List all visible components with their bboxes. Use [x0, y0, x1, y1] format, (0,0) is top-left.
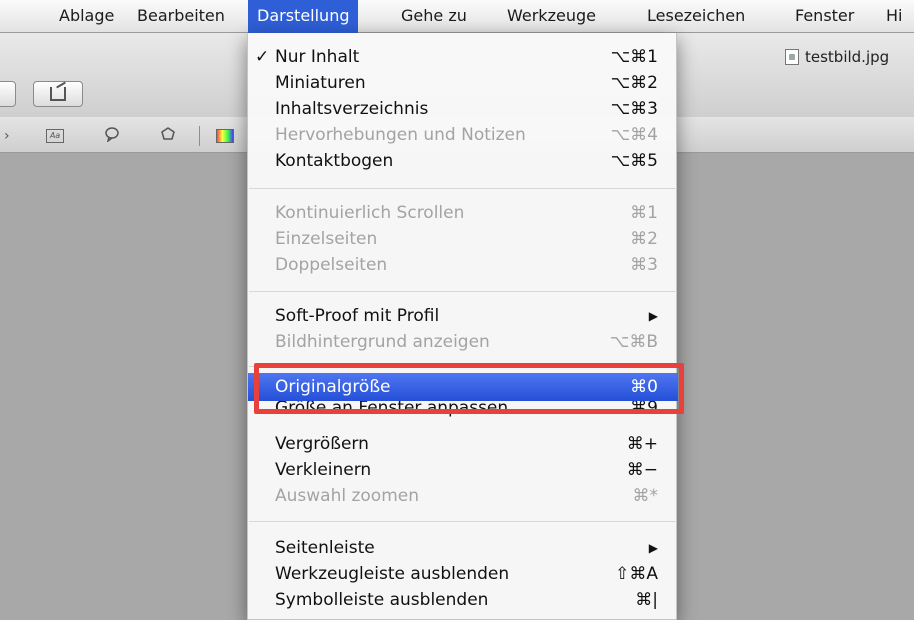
menu-item-nur-inhalt[interactable]: ✓ Nur Inhalt ⌥⌘1: [248, 44, 678, 70]
speech-bubble-tool-icon[interactable]: [104, 126, 120, 146]
share-button[interactable]: [33, 81, 83, 107]
menu-fenster[interactable]: Fenster: [786, 0, 863, 33]
menu-item-miniaturen[interactable]: Miniaturen ⌥⌘2: [248, 70, 678, 96]
menu-item-vergroessern[interactable]: Vergrößern ⌘+: [248, 431, 678, 457]
arrow-tool-icon[interactable]: ›: [4, 128, 10, 144]
document-title: testbild.jpg: [785, 48, 889, 66]
menu-item-verkleinern[interactable]: Verkleinern ⌘−: [248, 457, 678, 483]
menu-separator: [249, 291, 677, 292]
menu-item-bildhintergrund: Bildhintergrund anzeigen ⌥⌘B: [275, 332, 658, 352]
menu-item-werkzeugleiste-ausblenden[interactable]: Werkzeugleiste ausblenden ⇧⌘A: [248, 561, 678, 587]
view-menu-dropdown: ✓ Nur Inhalt ⌥⌘1 Miniaturen ⌥⌘2 Inhaltsv…: [247, 33, 678, 620]
menu-bearbeiten[interactable]: Bearbeiten: [128, 0, 234, 33]
toolbar-divider: [199, 126, 200, 146]
menu-item-kontinuierlich-scrollen: Kontinuierlich Scrollen ⌘1: [275, 203, 658, 223]
menu-item-symbolleiste-ausblenden[interactable]: Symbolleiste ausblenden ⌘|: [248, 587, 678, 613]
highlight-callout-box: [254, 363, 684, 414]
menu-lesezeichen[interactable]: Lesezeichen: [638, 0, 754, 33]
toolbar-button-partial[interactable]: [0, 81, 16, 107]
submenu-arrow-icon: ▶: [648, 309, 658, 323]
menu-ablage[interactable]: Ablage: [50, 0, 123, 33]
image-file-icon: [785, 49, 799, 65]
menu-separator: [249, 188, 677, 189]
menu-item-einzelseiten: Einzelseiten ⌘2: [275, 229, 658, 249]
menu-item-hervorhebungen: Hervorhebungen und Notizen ⌥⌘4: [275, 125, 658, 145]
checkmark-icon: ✓: [255, 47, 270, 67]
menu-werkzeuge[interactable]: Werkzeuge: [498, 0, 605, 33]
menu-item-inhaltsverzeichnis[interactable]: Inhaltsverzeichnis ⌥⌘3: [248, 96, 678, 122]
lasso-tool-icon[interactable]: [160, 126, 176, 146]
submenu-arrow-icon: ▶: [648, 541, 658, 555]
share-icon: [50, 87, 66, 101]
menu-separator: [249, 521, 677, 522]
menu-gehe-zu[interactable]: Gehe zu: [392, 0, 476, 33]
menu-item-soft-proof[interactable]: Soft-Proof mit Profil ▶: [248, 303, 678, 329]
text-box-tool-icon[interactable]: Aa: [46, 129, 64, 143]
menu-bar: Ablage Bearbeiten Darstellung Gehe zu We…: [0, 0, 914, 33]
menu-item-doppelseiten: Doppelseiten ⌘3: [275, 255, 658, 275]
menu-hilfe[interactable]: Hi: [877, 0, 911, 33]
color-palette-icon[interactable]: [216, 129, 234, 143]
menu-item-seitenleiste[interactable]: Seitenleiste ▶: [248, 535, 678, 561]
menu-item-auswahl-zoomen: Auswahl zoomen ⌘*: [275, 486, 658, 506]
menu-item-kontaktbogen[interactable]: Kontaktbogen ⌥⌘5: [248, 148, 678, 174]
menu-darstellung[interactable]: Darstellung: [248, 0, 359, 33]
document-title-label: testbild.jpg: [805, 48, 890, 66]
